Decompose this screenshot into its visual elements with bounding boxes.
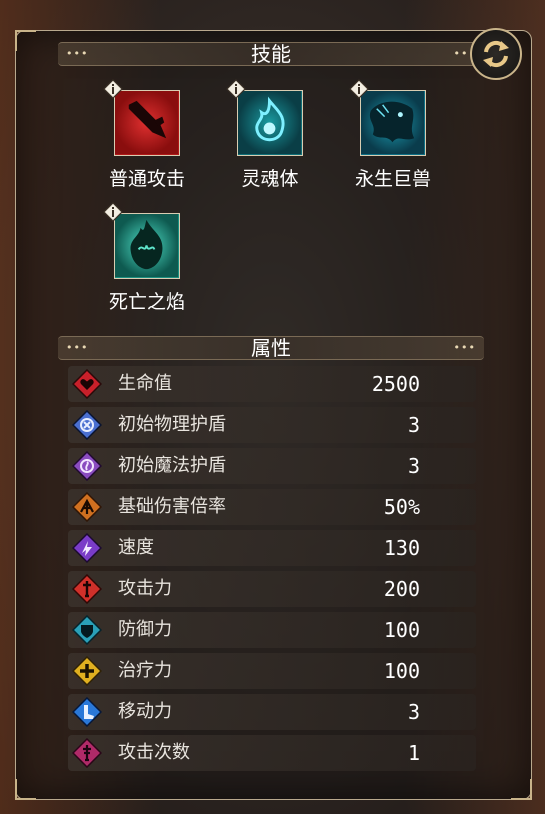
skill-label: 灵魂体	[241, 168, 299, 190]
stat-row-attack-count: 攻击次数 1	[68, 735, 476, 771]
damage-rate-icon	[72, 492, 102, 522]
skill-icon-frame	[226, 79, 303, 156]
skill-icon-frame	[349, 79, 426, 156]
defense-icon	[72, 615, 102, 645]
stat-value: 50%	[383, 495, 420, 519]
skill-normal-attack[interactable]: 普通攻击	[92, 79, 202, 191]
stat-label: 攻击力	[118, 578, 172, 599]
stat-label: 基础伤害倍率	[118, 496, 226, 517]
stat-value: 2500	[371, 372, 420, 396]
attack-count-icon	[72, 738, 102, 768]
stat-row-attack: 攻击力 200	[68, 571, 476, 607]
skill-label: 永生巨兽	[354, 168, 431, 190]
stat-label: 生命值	[118, 373, 172, 394]
corner-ornament-icon	[509, 777, 533, 801]
stat-row-heal: 治疗力 100	[68, 653, 476, 689]
skill-icon-frame	[103, 79, 180, 156]
stat-value: 3	[407, 700, 420, 724]
stat-row-defense: 防御力 100	[68, 612, 476, 648]
stat-value: 3	[407, 454, 420, 478]
heart-icon	[72, 369, 102, 399]
physical-shield-icon	[72, 410, 102, 440]
death-flame-icon	[115, 214, 178, 277]
corner-ornament-icon	[14, 29, 38, 53]
stat-row-hp: 生命值 2500	[68, 366, 476, 402]
heal-icon	[72, 656, 102, 686]
skill-label: 普通攻击	[108, 168, 185, 190]
info-badge-icon[interactable]	[349, 79, 369, 99]
stat-row-damage-rate: 基础伤害倍率 50%	[68, 489, 476, 525]
stat-value: 100	[383, 659, 420, 683]
stat-label: 移动力	[118, 701, 172, 722]
attributes-title: 属性	[251, 336, 291, 360]
stat-row-move: 移动力 3	[68, 694, 476, 730]
skill-label: 死亡之焰	[108, 291, 185, 313]
swap-arrows-icon	[483, 40, 509, 68]
swap-button[interactable]	[470, 28, 522, 80]
stat-value: 100	[383, 618, 420, 642]
corner-ornament-icon	[14, 777, 38, 801]
stat-value: 130	[383, 536, 420, 560]
speed-icon	[72, 533, 102, 563]
info-badge-icon[interactable]	[226, 79, 246, 99]
stat-value: 200	[383, 577, 420, 601]
skills-title: 技能	[251, 42, 291, 66]
stat-label: 攻击次数	[118, 742, 190, 763]
header-dots-right: •••	[453, 341, 476, 354]
info-badge-icon[interactable]	[103, 202, 123, 222]
stat-label: 初始魔法护盾	[118, 455, 226, 476]
skill-soul-body[interactable]: 灵魂体	[215, 79, 325, 191]
skill-icon-frame	[103, 202, 180, 279]
magic-shield-icon	[72, 451, 102, 481]
skill-death-flame[interactable]: 死亡之焰	[92, 202, 202, 314]
skill-immortal-beast[interactable]: 永生巨兽	[338, 79, 448, 191]
stat-value: 1	[407, 741, 420, 765]
stat-label: 治疗力	[118, 660, 172, 681]
attributes-header: ••• 属性 •••	[58, 336, 484, 360]
info-badge-icon[interactable]	[103, 79, 123, 99]
stat-label: 防御力	[118, 619, 172, 640]
normal-attack-icon	[115, 91, 178, 154]
stat-row-physical-shield: 初始物理护盾 3	[68, 407, 476, 443]
header-dots-left: •••	[66, 341, 89, 354]
soul-body-icon	[238, 91, 301, 154]
immortal-beast-icon	[361, 91, 424, 154]
stat-label: 速度	[118, 537, 154, 558]
stat-label: 初始物理护盾	[118, 414, 226, 435]
move-icon	[72, 697, 102, 727]
stat-value: 3	[407, 413, 420, 437]
header-dots-left: •••	[66, 47, 89, 60]
attack-icon	[72, 574, 102, 604]
stat-row-magic-shield: 初始魔法护盾 3	[68, 448, 476, 484]
skills-header: ••• 技能 •••	[58, 42, 484, 66]
stat-row-speed: 速度 130	[68, 530, 476, 566]
